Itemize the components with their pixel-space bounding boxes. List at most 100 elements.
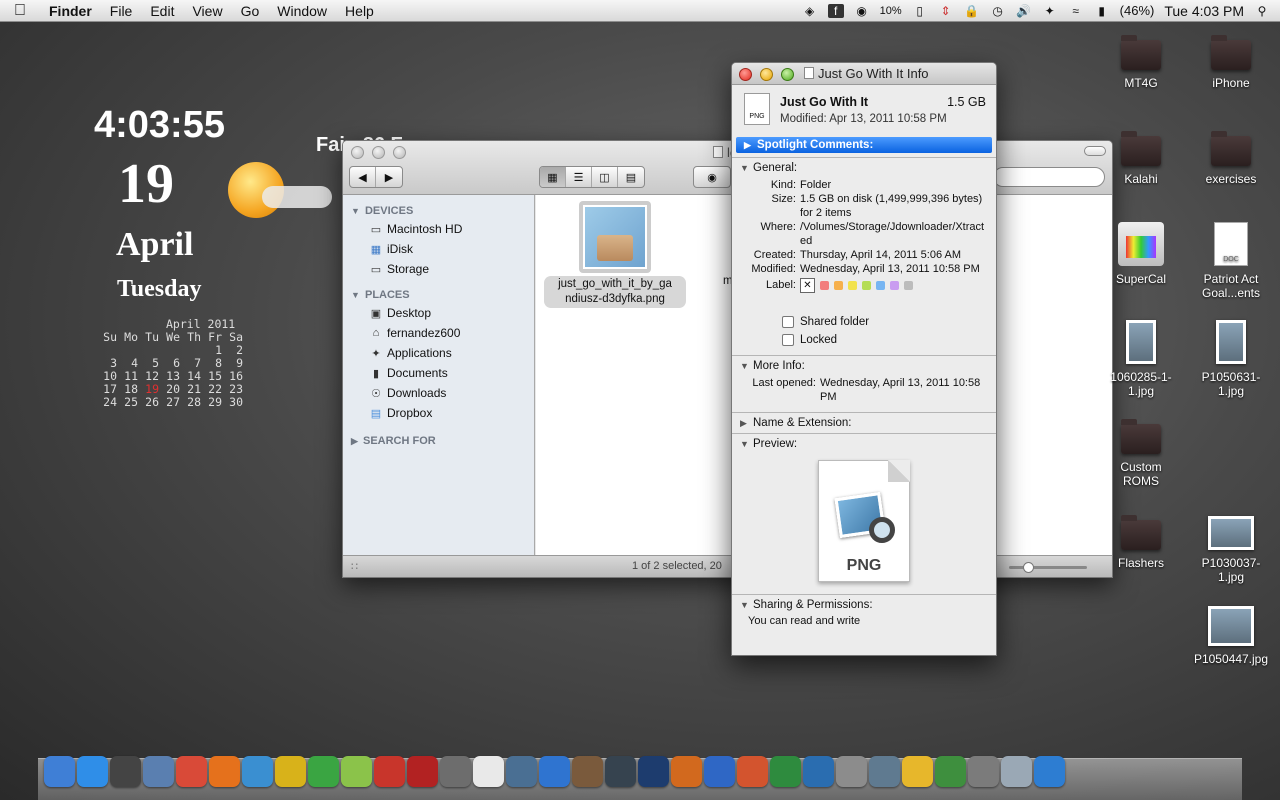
shared-folder-checkbox[interactable]: Shared folder <box>732 313 996 331</box>
desktop-icon-flashers[interactable]: Flashers <box>1101 515 1181 570</box>
preview-header[interactable]: ▼ Preview: <box>732 434 996 454</box>
dock-safari-icon[interactable] <box>242 756 273 787</box>
drive-status-icon[interactable]: ◉ <box>854 4 870 18</box>
dock-globe-icon[interactable] <box>935 756 966 787</box>
battery-icon[interactable]: ▮ <box>1094 4 1110 18</box>
desktop-icon-p1050447[interactable]: P1050447.jpg <box>1191 606 1271 666</box>
label-color-swatch[interactable] <box>834 281 843 290</box>
time-machine-icon[interactable]: ◷ <box>990 4 1006 18</box>
menu-help[interactable]: Help <box>336 3 383 19</box>
dock-dashboard-icon[interactable] <box>110 756 141 787</box>
label-none-button[interactable]: ✕ <box>800 278 815 293</box>
label-color-swatch[interactable] <box>848 281 857 290</box>
list-view-button[interactable]: ☰ <box>566 167 592 187</box>
menu-window[interactable]: Window <box>268 3 336 19</box>
locked-checkbox[interactable]: Locked <box>732 331 996 349</box>
dock-itunes-icon[interactable] <box>539 756 570 787</box>
volume-icon[interactable]: 🔊 <box>1016 4 1032 18</box>
dock-system-preferences-icon[interactable] <box>869 756 900 787</box>
general-header[interactable]: ▼ General: <box>732 158 996 178</box>
slider-knob[interactable] <box>1023 562 1034 573</box>
desktop-icon-supercal[interactable]: SuperCal <box>1101 222 1181 286</box>
dock-app-store-icon[interactable] <box>77 756 108 787</box>
file-item-png[interactable]: just_go_with_it_by_ga ndiusz-d3dyfka.png <box>544 201 686 308</box>
dock-angry-birds-icon[interactable] <box>374 756 405 787</box>
dock-illustrator-icon[interactable] <box>671 756 702 787</box>
dock-quicktime-icon[interactable] <box>1034 756 1065 787</box>
dock-preview-icon[interactable] <box>143 756 174 787</box>
menu-clock[interactable]: Tue 4:03 PM <box>1164 3 1244 19</box>
label-color-swatch[interactable] <box>876 281 885 290</box>
minimize-button[interactable] <box>372 146 385 159</box>
forward-button[interactable]: ▶ <box>376 167 402 187</box>
dock-facetime-icon[interactable] <box>440 756 471 787</box>
dock-powerpoint-icon[interactable] <box>737 756 768 787</box>
dock-finder-icon[interactable] <box>44 756 75 787</box>
sidebar-item-desktop[interactable]: ▣ Desktop <box>343 303 534 323</box>
dock-chrome-icon[interactable] <box>176 756 207 787</box>
sidebar-item-macintosh-hd[interactable]: ▭ Macintosh HD <box>343 219 534 239</box>
sidebar-header-places[interactable]: ▼ PLACES <box>343 285 534 303</box>
desktop-icon-p1050631[interactable]: P1050631-1.jpg <box>1191 320 1271 398</box>
desktop-icon-kalahi[interactable]: Kalahi <box>1101 131 1181 186</box>
search-input[interactable] <box>993 167 1105 187</box>
desktop-icon-1060285[interactable]: 1060285-1-1.jpg <box>1101 320 1181 398</box>
dock-utorrent-icon[interactable] <box>308 756 339 787</box>
more-info-header[interactable]: ▼ More Info: <box>732 356 996 376</box>
quicklook-eye-icon[interactable]: ◉ <box>694 167 730 187</box>
sidebar-item-home[interactable]: ⌂ fernandez600 <box>343 323 534 343</box>
sidebar-header-search[interactable]: ▶ SEARCH FOR <box>343 431 534 449</box>
dock-cyberduck-icon[interactable] <box>803 756 834 787</box>
desktop-icon-exercises[interactable]: exercises <box>1191 131 1271 186</box>
dock-satellite-icon[interactable] <box>836 756 867 787</box>
menu-edit[interactable]: Edit <box>141 3 183 19</box>
dock-adium-icon[interactable] <box>902 756 933 787</box>
dock-excel-icon[interactable] <box>770 756 801 787</box>
zoom-button[interactable] <box>781 68 794 81</box>
menu-go[interactable]: Go <box>232 3 269 19</box>
dock-word-icon[interactable] <box>704 756 735 787</box>
name-extension-header[interactable]: ▶ Name & Extension: <box>732 413 996 433</box>
column-view-button[interactable]: ◫ <box>592 167 618 187</box>
app-menu[interactable]: Finder <box>40 3 101 19</box>
bluetooth-icon[interactable]: ✦ <box>1042 4 1058 18</box>
dock-scanner-icon[interactable] <box>1001 756 1032 787</box>
dock-photoshop-icon[interactable] <box>638 756 669 787</box>
desktop-icon-patriot-act[interactable]: DOC Patriot Act Goal...ents <box>1191 222 1271 300</box>
dock-lightroom-icon[interactable] <box>605 756 636 787</box>
resize-grip-icon[interactable]: ∷ <box>351 560 358 573</box>
label-color-swatch[interactable] <box>862 281 871 290</box>
coverflow-view-button[interactable]: ▤ <box>618 167 644 187</box>
back-button[interactable]: ◀ <box>350 167 376 187</box>
sidebar-item-downloads[interactable]: ☉ Downloads <box>343 383 534 403</box>
dock-image-capture-icon[interactable] <box>572 756 603 787</box>
checkbox-icon[interactable] <box>782 316 794 328</box>
checkbox-icon[interactable] <box>782 334 794 346</box>
icon-size-slider[interactable] <box>1009 562 1087 573</box>
close-button[interactable] <box>351 146 364 159</box>
minimize-button[interactable] <box>760 68 773 81</box>
zoom-button[interactable] <box>393 146 406 159</box>
desktop-icon-p1030037[interactable]: P1030037-1.jpg <box>1191 516 1271 584</box>
menu-file[interactable]: File <box>101 3 142 19</box>
spotlight-comments-header[interactable]: ▶ Spotlight Comments: <box>736 137 992 153</box>
icon-view-button[interactable]: ▦ <box>540 167 566 187</box>
sidebar-item-dropbox[interactable]: ▤ Dropbox <box>343 403 534 423</box>
cpu-percent[interactable]: 10% <box>880 5 902 17</box>
apple-menu-icon[interactable]:  <box>0 2 40 20</box>
label-color-swatch[interactable] <box>904 281 913 290</box>
sidebar-header-devices[interactable]: ▼ DEVICES <box>343 201 534 219</box>
dock-ical-icon[interactable] <box>473 756 504 787</box>
wifi-icon[interactable]: ≈ <box>1068 4 1084 18</box>
dock-firefox-icon[interactable] <box>209 756 240 787</box>
menu-view[interactable]: View <box>183 3 231 19</box>
desktop-icon-mt4g[interactable]: MT4G <box>1101 35 1181 90</box>
desktop-icon-custom-roms[interactable]: Custom ROMS <box>1101 419 1181 488</box>
dock-iphoto-icon[interactable] <box>506 756 537 787</box>
facebook-icon[interactable]: f <box>827 3 844 18</box>
dock-photo-booth-icon[interactable] <box>407 756 438 787</box>
sharing-header[interactable]: ▼ Sharing & Permissions: <box>732 595 996 615</box>
dock-growl-icon[interactable] <box>275 756 306 787</box>
dock-network-icon[interactable] <box>968 756 999 787</box>
sidebar-item-documents[interactable]: ▮ Documents <box>343 363 534 383</box>
